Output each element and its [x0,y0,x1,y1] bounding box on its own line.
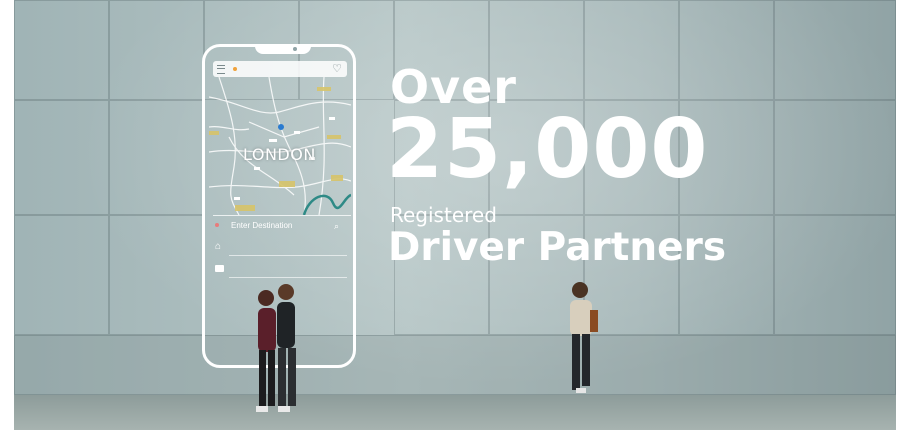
video-frame: ♡ LONDON Enter Destination ⌕ ⌂ Over 25,0… [0,0,908,430]
letterbox-right [896,0,908,430]
search-icon[interactable]: ⌕ [334,219,339,233]
app-top-bar: ♡ [213,61,347,77]
headline-driver-partners: Driver Partners [388,225,727,270]
heart-icon[interactable]: ♡ [332,62,342,76]
destination-placeholder: Enter Destination [231,221,293,230]
letterbox-left [0,0,14,430]
map-city-label: LONDON [243,145,316,164]
home-icon[interactable]: ⌂ [215,241,221,252]
phone-notch [255,44,311,54]
destination-input[interactable]: Enter Destination ⌕ [215,219,345,233]
map-divider [213,215,351,216]
headline-registered: Registered [390,203,497,227]
briefcase-icon[interactable] [215,265,224,272]
menu-icon[interactable] [217,65,225,74]
walking-couple [256,284,296,412]
standing-man [570,282,598,393]
location-dot-icon [233,67,237,71]
headline-number: 25,000 [386,102,709,197]
camera-dot [293,47,297,51]
saved-place-line [229,255,347,256]
destination-dot-icon [215,223,219,227]
